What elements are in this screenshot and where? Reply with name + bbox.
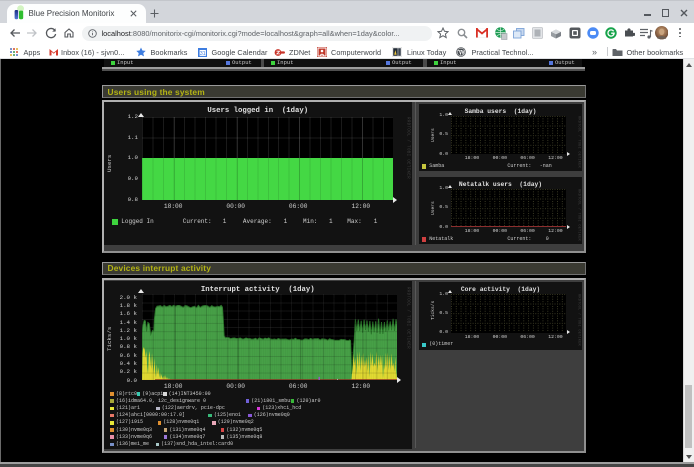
svg-text:31: 31 — [199, 50, 205, 56]
